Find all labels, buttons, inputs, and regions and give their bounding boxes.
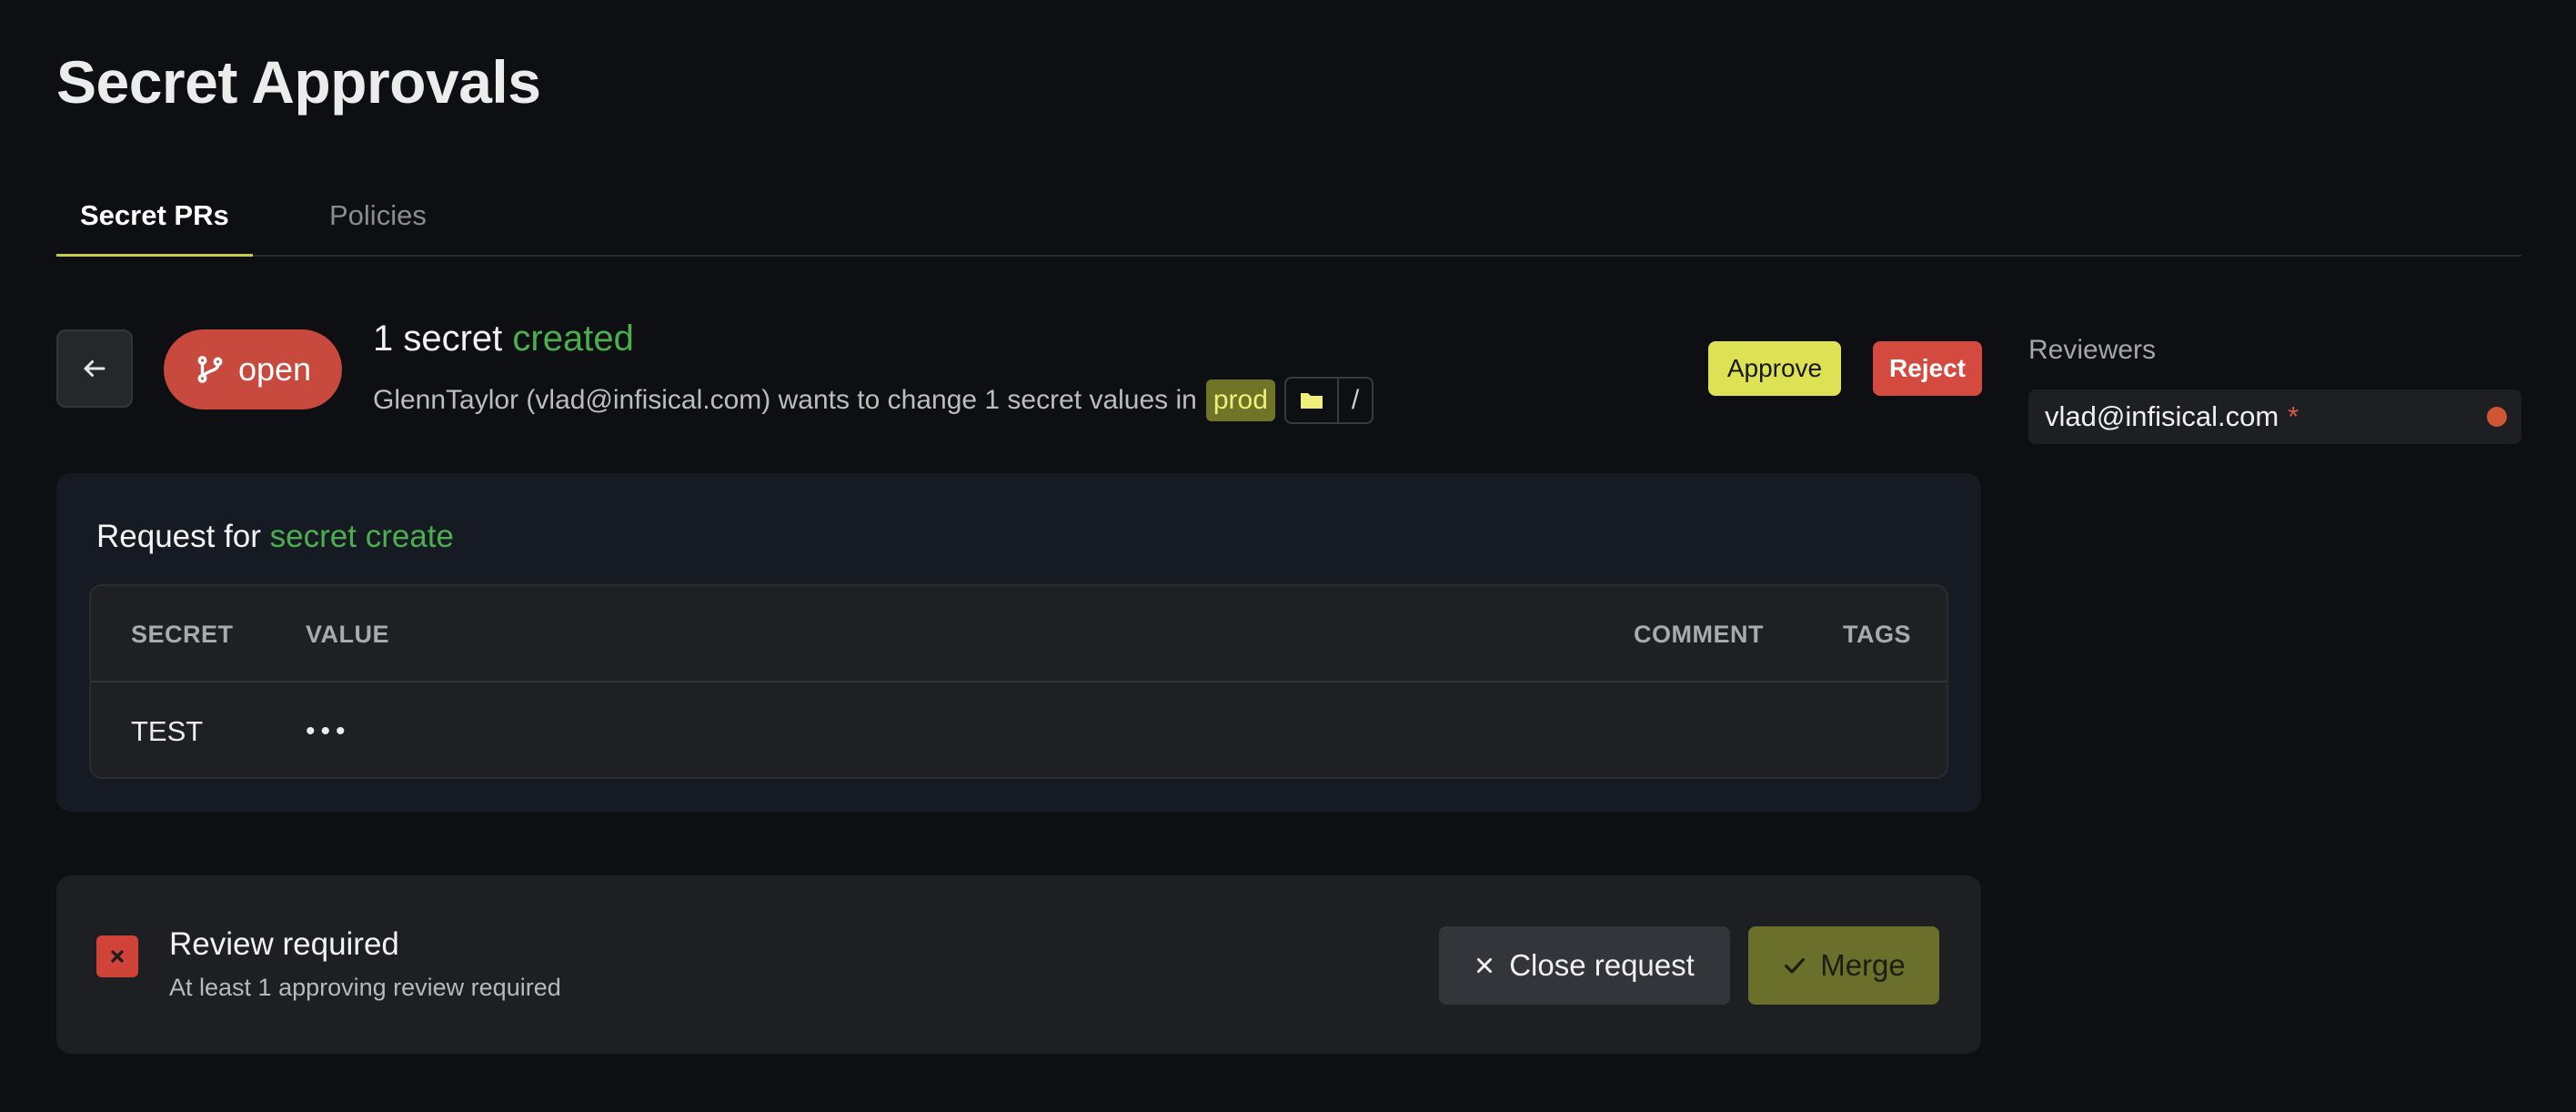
reject-button[interactable]: Reject bbox=[1873, 341, 1982, 396]
request-description: GlennTaylor (vlad@infisical.com) wants t… bbox=[373, 377, 1374, 424]
reviewer-status-dot bbox=[2487, 407, 2507, 427]
merge-label: Merge bbox=[1820, 948, 1906, 982]
cell-secret-value[interactable]: ••• bbox=[306, 684, 351, 777]
reviewer-item[interactable]: vlad@infisical.com * bbox=[2028, 389, 2521, 444]
reviewer-email: vlad@infisical.com bbox=[2045, 400, 2279, 432]
review-subtitle: At least 1 approving review required bbox=[169, 974, 561, 1001]
request-card: Request for secret create SECRET VALUE C… bbox=[56, 473, 1981, 812]
git-branch-icon bbox=[197, 356, 223, 383]
check-icon bbox=[1785, 957, 1806, 974]
request-card-heading: Request for secret create bbox=[96, 519, 454, 555]
reviewers-title: Reviewers bbox=[2028, 335, 2157, 365]
status-badge[interactable]: open bbox=[164, 329, 342, 409]
request-title-action: created bbox=[512, 318, 634, 359]
folder-icon bbox=[1300, 393, 1323, 409]
arrow-left-icon bbox=[84, 360, 106, 377]
request-title: 1 secret created bbox=[373, 318, 634, 359]
table-header: SECRET VALUE COMMENT TAGS bbox=[91, 586, 1947, 682]
column-header-secret: SECRET bbox=[131, 621, 234, 648]
close-request-label: Close request bbox=[1509, 948, 1695, 982]
review-status-card: Review required At least 1 approving rev… bbox=[56, 875, 1981, 1054]
secret-path: / bbox=[1283, 377, 1374, 424]
tab-bar: Secret PRs Policies bbox=[56, 178, 2521, 257]
request-description-text: GlennTaylor (vlad@infisical.com) wants t… bbox=[373, 385, 1197, 415]
page-title: Secret Approvals bbox=[56, 48, 541, 116]
merge-button[interactable]: Merge bbox=[1748, 926, 1939, 1005]
review-title: Review required bbox=[169, 926, 399, 962]
request-title-prefix: 1 secret bbox=[373, 318, 513, 359]
request-card-heading-prefix: Request for bbox=[96, 519, 270, 554]
path-folder-segment bbox=[1286, 379, 1337, 422]
tab-secret-prs[interactable]: Secret PRs bbox=[56, 178, 253, 257]
close-request-button[interactable]: Close request bbox=[1439, 926, 1730, 1005]
tab-policies[interactable]: Policies bbox=[306, 178, 450, 257]
table-row[interactable]: TEST ••• bbox=[91, 684, 1947, 777]
path-segment: / bbox=[1336, 379, 1372, 422]
column-header-tags: TAGS bbox=[1843, 621, 1911, 648]
column-header-value: VALUE bbox=[306, 621, 390, 648]
review-failed-badge bbox=[96, 935, 138, 977]
path-text: / bbox=[1351, 385, 1360, 415]
required-mark: * bbox=[2288, 400, 2299, 432]
status-label: open bbox=[237, 350, 312, 388]
approve-button[interactable]: Approve bbox=[1708, 341, 1841, 396]
back-button[interactable] bbox=[56, 329, 133, 408]
column-header-comment: COMMENT bbox=[1634, 621, 1764, 648]
close-icon bbox=[111, 950, 124, 963]
request-card-heading-action: secret create bbox=[269, 519, 454, 554]
page: Secret Approvals Secret PRs Policies ope… bbox=[0, 0, 2576, 1112]
secrets-table: SECRET VALUE COMMENT TAGS TEST ••• bbox=[89, 584, 1948, 779]
close-icon bbox=[1477, 957, 1493, 974]
cell-secret-key: TEST bbox=[131, 715, 204, 747]
environment-badge: prod bbox=[1205, 379, 1275, 421]
